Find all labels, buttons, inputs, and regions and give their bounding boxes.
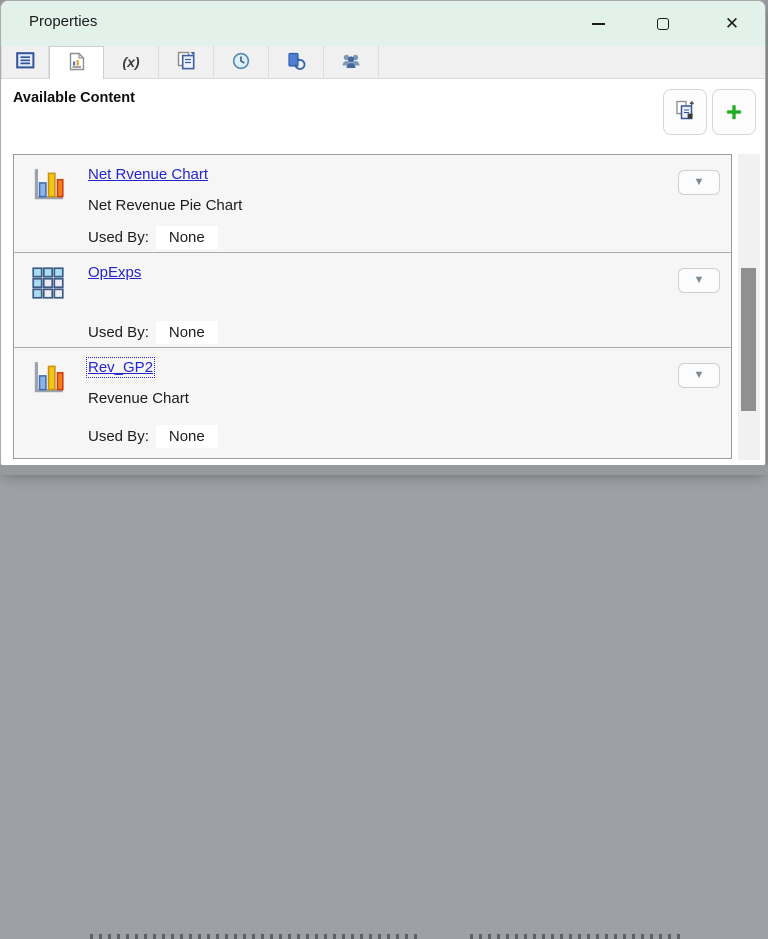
used-by-field: Used By: None xyxy=(88,425,218,448)
tab-list-view[interactable] xyxy=(1,46,49,78)
tab-strip: (x) xyxy=(1,46,765,79)
content-item-link[interactable]: OpExps xyxy=(88,264,141,281)
tab-functions[interactable]: (x) xyxy=(104,46,159,78)
used-by-label: Used By: xyxy=(88,229,149,246)
content-item-link[interactable]: Rev_GP2 xyxy=(85,357,156,378)
used-by-label: Used By: xyxy=(88,428,149,445)
close-button[interactable]: ✕ xyxy=(709,1,755,46)
used-by-value: None xyxy=(155,321,218,344)
tab-history[interactable] xyxy=(214,46,269,78)
used-by-value: None xyxy=(155,226,218,249)
page-title: Available Content xyxy=(13,90,135,106)
clock-icon xyxy=(232,52,250,73)
list-icon xyxy=(15,52,35,72)
used-by-field: Used By: None xyxy=(88,321,218,344)
content-item-description: Net Revenue Pie Chart xyxy=(88,197,243,214)
copy-icon xyxy=(177,51,195,73)
used-by-label: Used By: xyxy=(88,324,149,341)
add-plus-icon: + xyxy=(726,96,742,127)
function-x-icon: (x) xyxy=(122,54,140,70)
background-text-blur xyxy=(470,934,680,939)
maximize-button[interactable] xyxy=(640,1,686,46)
users-icon xyxy=(341,53,361,72)
list-item-rev-gp2: Rev_GP2 Revenue Chart Used By: None ▼ xyxy=(14,348,731,457)
content-item-description: Revenue Chart xyxy=(88,390,189,407)
content-item-link[interactable]: Net Rvenue Chart xyxy=(88,166,208,183)
document-chart-icon xyxy=(69,52,85,74)
used-by-field: Used By: None xyxy=(88,226,218,249)
minimize-button[interactable] xyxy=(575,1,621,46)
close-icon: ✕ xyxy=(724,14,740,33)
list-item-opexps: OpExps Used By: None ▼ xyxy=(14,253,731,348)
chevron-down-icon: ▼ xyxy=(693,274,705,286)
maximize-icon xyxy=(657,17,669,30)
titlebar[interactable]: Properties ✕ xyxy=(1,1,765,46)
available-content-list: Net Rvenue Chart Net Revenue Pie Chart U… xyxy=(13,154,732,459)
item-actions-dropdown[interactable]: ▼ xyxy=(678,268,720,293)
scrollbar-thumb[interactable] xyxy=(741,268,756,411)
item-actions-dropdown[interactable]: ▼ xyxy=(678,170,720,195)
window-title: Properties xyxy=(29,13,98,30)
minimize-icon xyxy=(591,22,605,25)
paste-content-icon xyxy=(675,100,695,124)
used-by-value: None xyxy=(155,425,218,448)
tab-copy-content[interactable] xyxy=(159,46,214,78)
item-actions-dropdown[interactable]: ▼ xyxy=(678,363,720,388)
background-text-blur xyxy=(90,934,420,939)
chevron-down-icon: ▼ xyxy=(693,369,705,381)
bar-chart-icon xyxy=(29,359,67,397)
paste-content-button[interactable] xyxy=(663,89,707,135)
vertical-scrollbar[interactable] xyxy=(738,154,760,460)
content-item-description xyxy=(88,295,731,313)
grid-icon xyxy=(29,264,67,302)
tab-refresh-links[interactable] xyxy=(269,46,324,78)
sync-document-icon xyxy=(287,52,306,73)
add-content-button[interactable]: + xyxy=(712,89,756,135)
list-item-net-revenue-chart: Net Rvenue Chart Net Revenue Pie Chart U… xyxy=(14,155,731,253)
tab-users[interactable] xyxy=(324,46,379,78)
bar-chart-icon xyxy=(29,166,67,204)
chevron-down-icon: ▼ xyxy=(693,176,705,188)
background-window-strip xyxy=(0,465,768,939)
properties-dialog: Properties ✕ (x) Available Content + Net… xyxy=(0,0,766,470)
tab-available-content[interactable] xyxy=(49,46,104,79)
